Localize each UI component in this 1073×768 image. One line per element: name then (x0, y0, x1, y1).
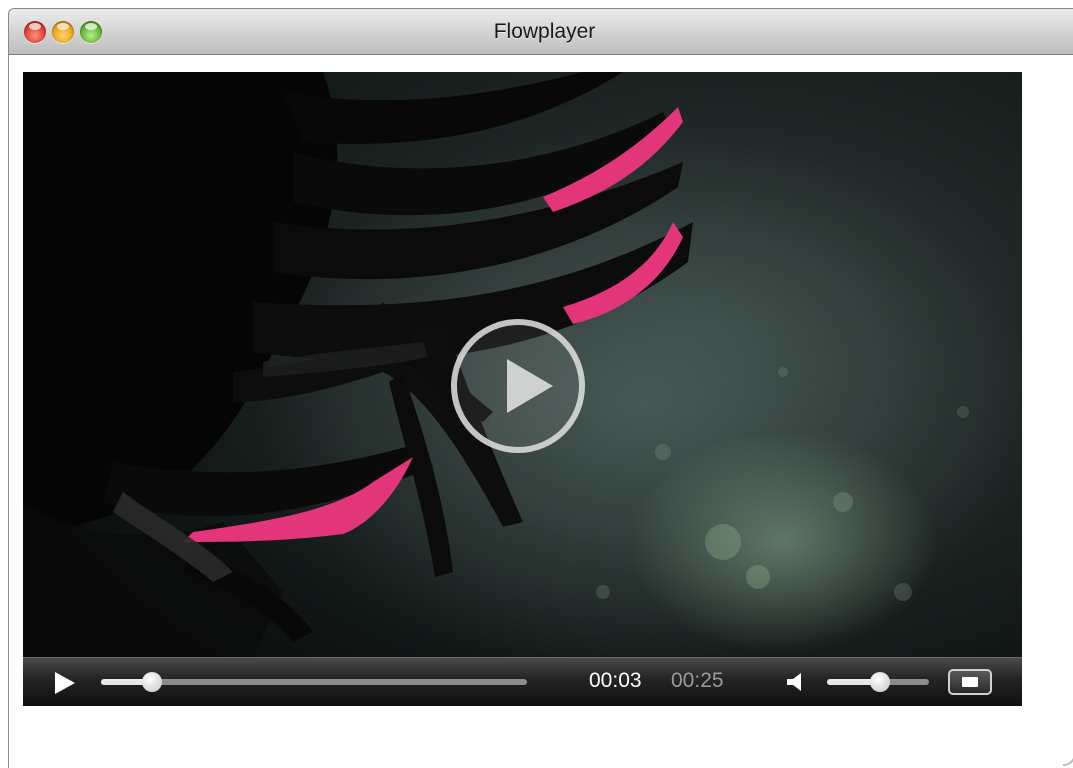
current-time: 00:03 (589, 669, 642, 692)
big-play-triangle-icon (507, 359, 553, 413)
fullscreen-button[interactable] (948, 669, 992, 695)
progress-track[interactable] (101, 672, 527, 692)
volume-slider-handle[interactable] (870, 672, 891, 692)
control-bar: 00:03 00:25 (23, 657, 1022, 706)
video-frame[interactable] (23, 72, 1022, 657)
big-play-circle-icon[interactable] (451, 319, 585, 453)
volume-track[interactable] (827, 672, 929, 692)
title-bar[interactable]: Flowplayer (9, 9, 1073, 55)
app-window: Flowplayer 00:03 00:25 (8, 8, 1073, 768)
play-button[interactable] (55, 672, 75, 694)
window-title: Flowplayer (493, 20, 596, 43)
video-player[interactable]: 00:03 00:25 (23, 72, 1022, 706)
speaker-icon[interactable] (785, 671, 807, 693)
duration-time: 00:25 (671, 669, 724, 692)
progress-scrubber-handle[interactable] (142, 672, 163, 692)
resize-grip-icon[interactable] (1058, 748, 1073, 766)
